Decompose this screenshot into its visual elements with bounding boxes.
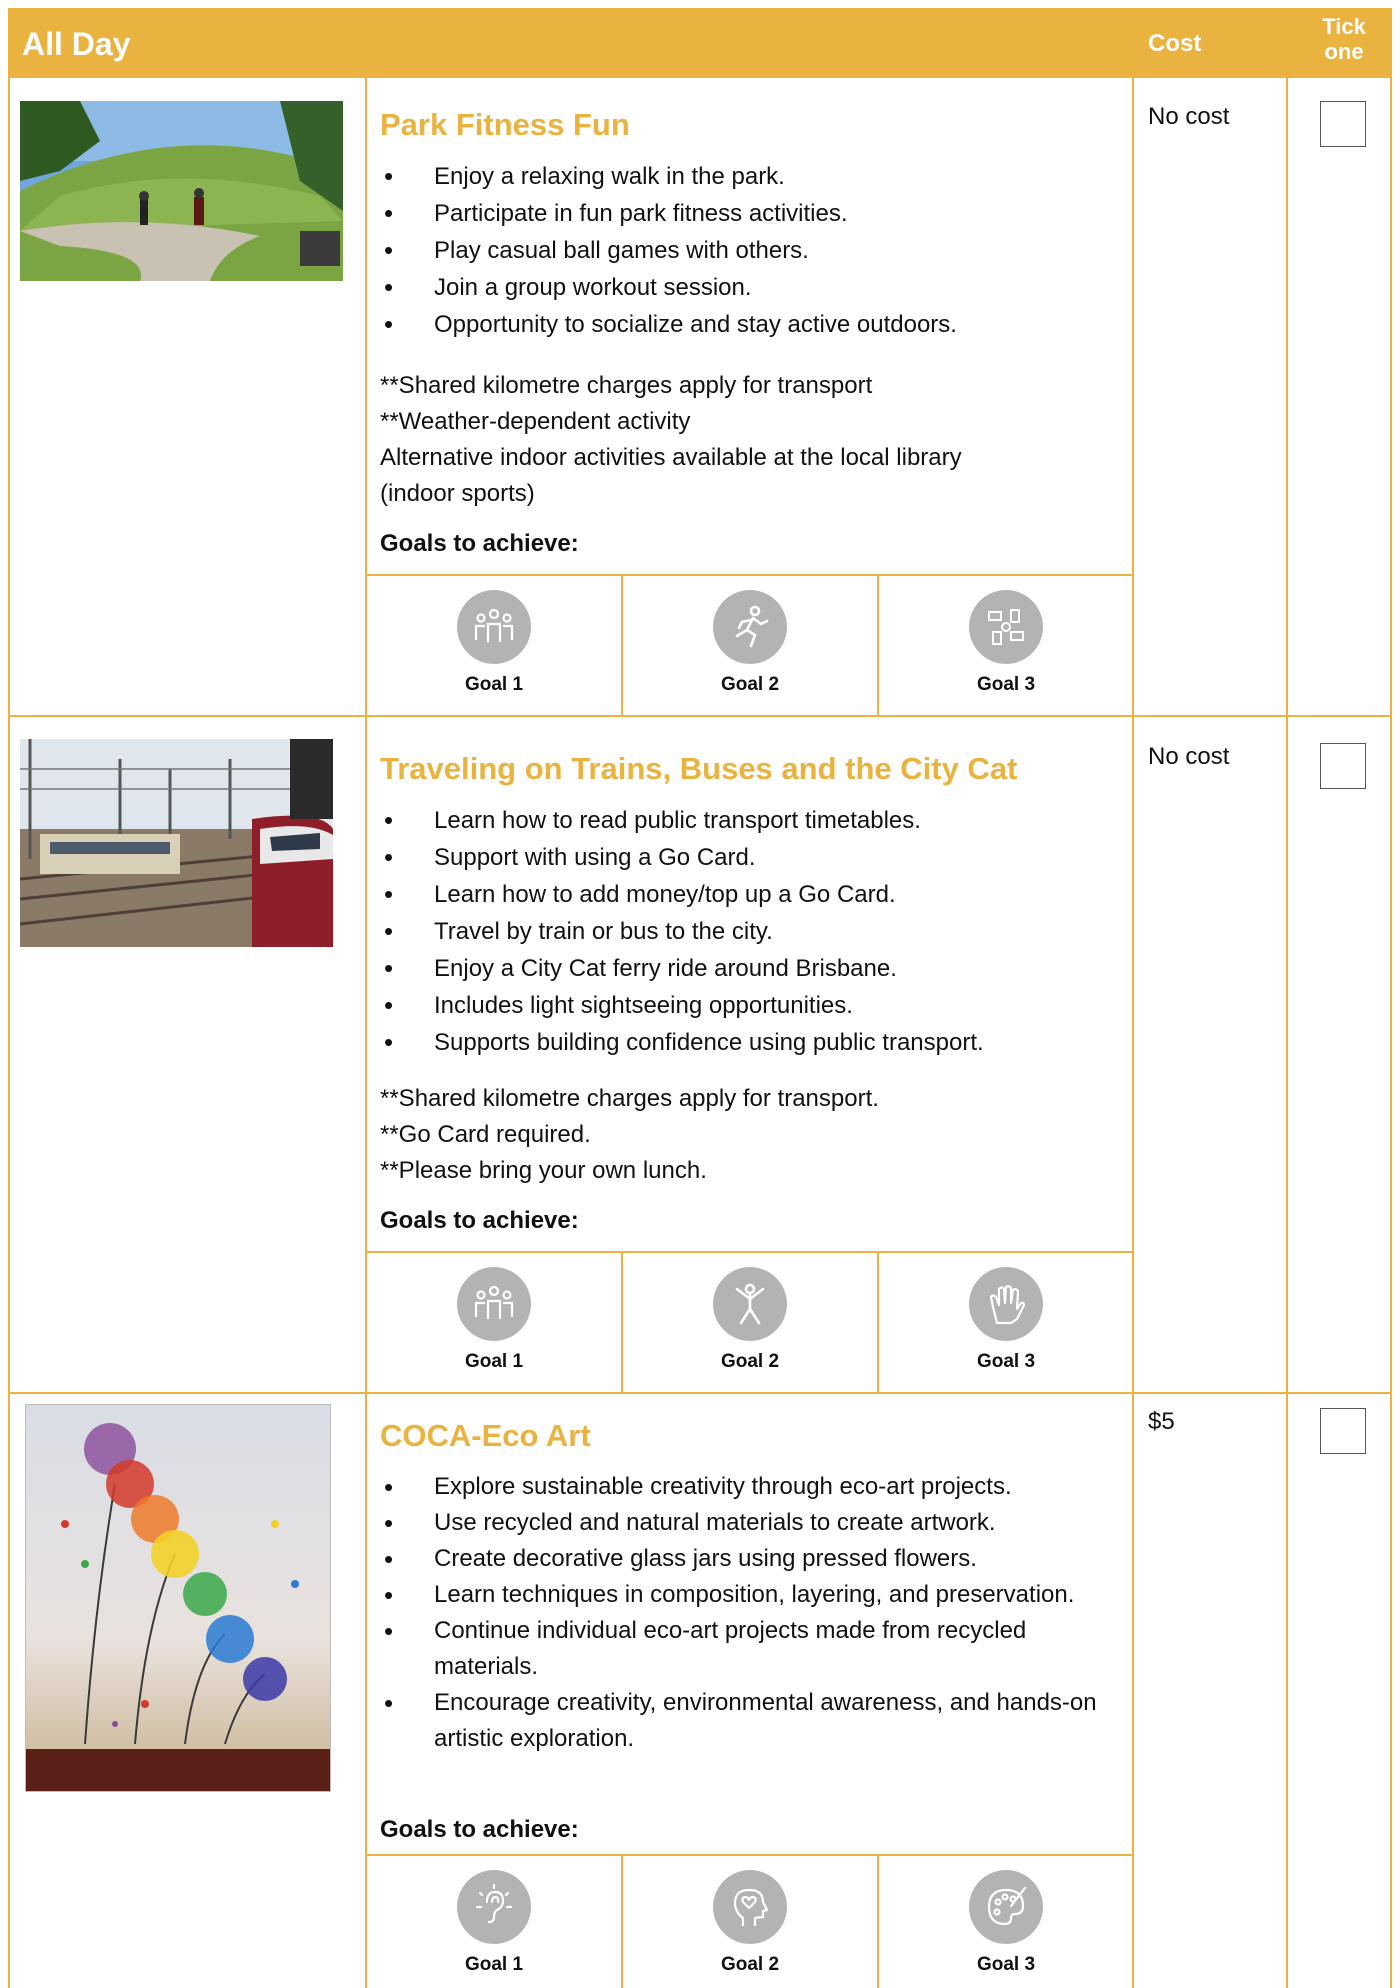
goal-cell: Goal 2 <box>623 1267 877 1373</box>
running-person-icon <box>713 590 787 664</box>
activity-title: Traveling on Trains, Buses and the City … <box>380 751 1018 786</box>
goal-cell: Goal 1 <box>367 1267 621 1373</box>
list-item: Join a group workout session. <box>380 269 1120 306</box>
note-line: **Shared kilometre charges apply for tra… <box>380 372 873 399</box>
list-item: Create decorative glass jars using press… <box>380 1541 1110 1577</box>
activity-title: COCA-Eco Art <box>380 1418 591 1453</box>
note-line: **Go Card required. <box>380 1121 591 1148</box>
cost-value: No cost <box>1148 743 1230 770</box>
paint-palette-icon <box>969 1870 1043 1944</box>
list-item: Supports building confidence using publi… <box>380 1024 1120 1061</box>
goal-label: Goal 3 <box>976 1954 1036 1975</box>
list-item: Participate in fun park fitness activiti… <box>380 195 1120 232</box>
train-photo <box>20 739 333 947</box>
goal-cell: Goal 1 <box>367 590 621 696</box>
goal-label: Goal 2 <box>720 674 780 695</box>
group-people-icon <box>457 590 531 664</box>
table-border <box>1390 78 1392 1988</box>
activity-notes: **Shared kilometre charges apply for tra… <box>380 1081 1120 1189</box>
goal-cell: Goal 3 <box>879 590 1133 696</box>
park-photo <box>20 101 343 281</box>
tick-checkbox[interactable] <box>1320 1408 1366 1454</box>
cost-value: No cost <box>1148 103 1230 130</box>
goal-cell: Goal 3 <box>879 1267 1133 1373</box>
goal-label: Goal 1 <box>464 674 524 695</box>
list-item: Learn how to add money/top up a Go Card. <box>380 876 1120 913</box>
activity-bullets: Enjoy a relaxing walk in the park. Parti… <box>380 158 1120 343</box>
list-item: Explore sustainable creativity through e… <box>380 1469 1110 1505</box>
goals-label: Goals to achieve: <box>380 530 579 557</box>
group-people-icon <box>457 1267 531 1341</box>
tick-checkbox[interactable] <box>1320 743 1366 789</box>
note-line: Alternative indoor activities available … <box>380 444 962 471</box>
row-divider <box>8 1392 1392 1394</box>
header-title: All Day <box>22 26 131 62</box>
goal-label: Goal 1 <box>464 1351 524 1372</box>
activity-bullets: Explore sustainable creativity through e… <box>380 1469 1110 1757</box>
table-border <box>8 78 10 1988</box>
star-jump-person-icon <box>713 1267 787 1341</box>
list-item: Play casual ball games with others. <box>380 232 1120 269</box>
note-line: **Weather-dependent activity <box>380 408 691 435</box>
note-line: **Shared kilometre charges apply for tra… <box>380 1085 879 1112</box>
header-tick-one: Tick one <box>1322 14 1366 64</box>
header-cost: Cost <box>1148 30 1202 57</box>
eco-art-photo <box>25 1404 331 1792</box>
list-item: Opportunity to socialize and stay active… <box>380 306 1120 343</box>
list-item: Use recycled and natural materials to cr… <box>380 1505 1110 1541</box>
raised-hand-icon <box>969 1267 1043 1341</box>
teamwork-hands-icon <box>969 590 1043 664</box>
cost-value: $5 <box>1148 1408 1175 1435</box>
row-divider <box>8 715 1392 717</box>
list-item: Encourage creativity, environmental awar… <box>380 1685 1110 1757</box>
activity-bullets: Learn how to read public transport timet… <box>380 802 1120 1061</box>
list-item: Enjoy a City Cat ferry ride around Brisb… <box>380 950 1120 987</box>
list-item: Support with using a Go Card. <box>380 839 1120 876</box>
goal-cell: Goal 2 <box>623 1870 877 1976</box>
list-item: Includes light sightseeing opportunities… <box>380 987 1120 1024</box>
goals-border <box>365 574 1133 576</box>
goal-label: Goal 2 <box>720 1351 780 1372</box>
list-item: Travel by train or bus to the city. <box>380 913 1120 950</box>
table-border <box>1132 78 1134 1988</box>
sensory-ear-icon <box>457 1870 531 1944</box>
goal-label: Goal 3 <box>976 674 1036 695</box>
goals-border <box>365 1251 1133 1253</box>
goal-cell: Goal 3 <box>879 1870 1133 1976</box>
goal-label: Goal 3 <box>976 1351 1036 1372</box>
list-item: Learn how to read public transport timet… <box>380 802 1120 839</box>
note-line: **Please bring your own lunch. <box>380 1157 707 1184</box>
goals-border <box>365 1854 1133 1856</box>
note-line: (indoor sports) <box>380 480 535 507</box>
activity-title: Park Fitness Fun <box>380 107 630 142</box>
goals-label: Goals to achieve: <box>380 1207 579 1234</box>
list-item: Enjoy a relaxing walk in the park. <box>380 158 1120 195</box>
tick-checkbox[interactable] <box>1320 101 1366 147</box>
goal-cell: Goal 2 <box>623 590 877 696</box>
goal-label: Goal 2 <box>720 1954 780 1975</box>
table-header: All Day Cost Tick one <box>8 8 1392 78</box>
goals-label: Goals to achieve: <box>380 1816 579 1843</box>
table-border <box>1286 78 1288 1988</box>
table-border <box>365 78 367 1988</box>
heart-head-icon <box>713 1870 787 1944</box>
activity-notes: **Shared kilometre charges apply for tra… <box>380 368 1120 512</box>
list-item: Continue individual eco-art projects mad… <box>380 1613 1110 1685</box>
list-item: Learn techniques in composition, layerin… <box>380 1577 1110 1613</box>
goal-label: Goal 1 <box>464 1954 524 1975</box>
goal-cell: Goal 1 <box>367 1870 621 1976</box>
